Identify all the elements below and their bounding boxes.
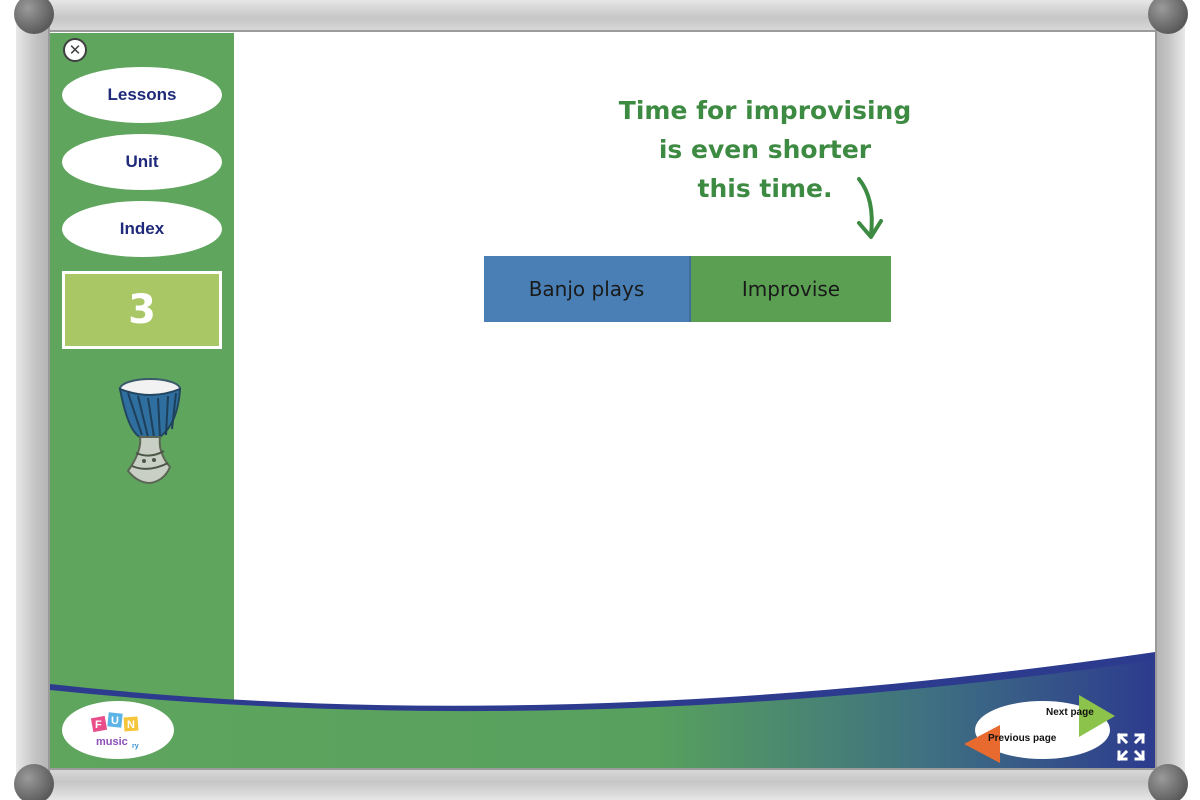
callout-line-1: Time for improvising — [618, 96, 912, 125]
curved-arrow-icon — [857, 177, 883, 239]
previous-page-arrow-icon[interactable] — [962, 723, 1002, 765]
previous-page-button[interactable]: Previous page — [988, 733, 1056, 744]
sequence-block-banjo: Banjo plays — [484, 256, 691, 322]
svg-text:ry: ry — [132, 743, 139, 750]
unit-button[interactable]: Unit — [62, 134, 222, 190]
next-page-button[interactable]: Next page — [1046, 707, 1094, 718]
index-button[interactable]: Index — [62, 201, 222, 257]
unit-button-label: Unit — [125, 152, 159, 171]
whiteboard: ✕ Lessons Unit Index 3 Time for improvis… — [50, 33, 1155, 768]
sequence-block-improvise: Improvise — [691, 256, 891, 322]
sequence-block-label: Banjo plays — [528, 277, 645, 301]
logo-graphic: F U N music ry — [90, 712, 139, 750]
lessons-button-label: Lessons — [107, 85, 177, 104]
djembe-drum-icon — [118, 378, 182, 485]
index-button-label: Index — [119, 219, 165, 238]
sequence-block-label: Improvise — [741, 277, 841, 301]
svg-text:F: F — [95, 719, 102, 731]
svg-text:U: U — [111, 715, 119, 727]
close-icon[interactable]: ✕ — [63, 38, 87, 62]
fullscreen-icon[interactable] — [1116, 732, 1146, 762]
frame-corner-bottom-left — [14, 764, 54, 800]
page-number-box: 3 — [62, 271, 222, 349]
activity-sequence: Banjo plays Improvise — [484, 256, 891, 322]
whiteboard-frame-top — [30, 0, 1170, 32]
fun-music-logo: F U N music ry — [62, 701, 174, 759]
page-number: 3 — [128, 287, 156, 333]
lessons-button[interactable]: Lessons — [62, 67, 222, 123]
whiteboard-frame-bottom — [30, 768, 1170, 800]
callout-line-2: is even shorter — [658, 135, 872, 164]
whiteboard-frame-right — [1155, 20, 1185, 780]
whiteboard-frame-left — [16, 20, 50, 780]
svg-text:N: N — [127, 719, 135, 731]
svg-text:music: music — [96, 736, 128, 748]
frame-corner-bottom-right — [1148, 764, 1188, 800]
